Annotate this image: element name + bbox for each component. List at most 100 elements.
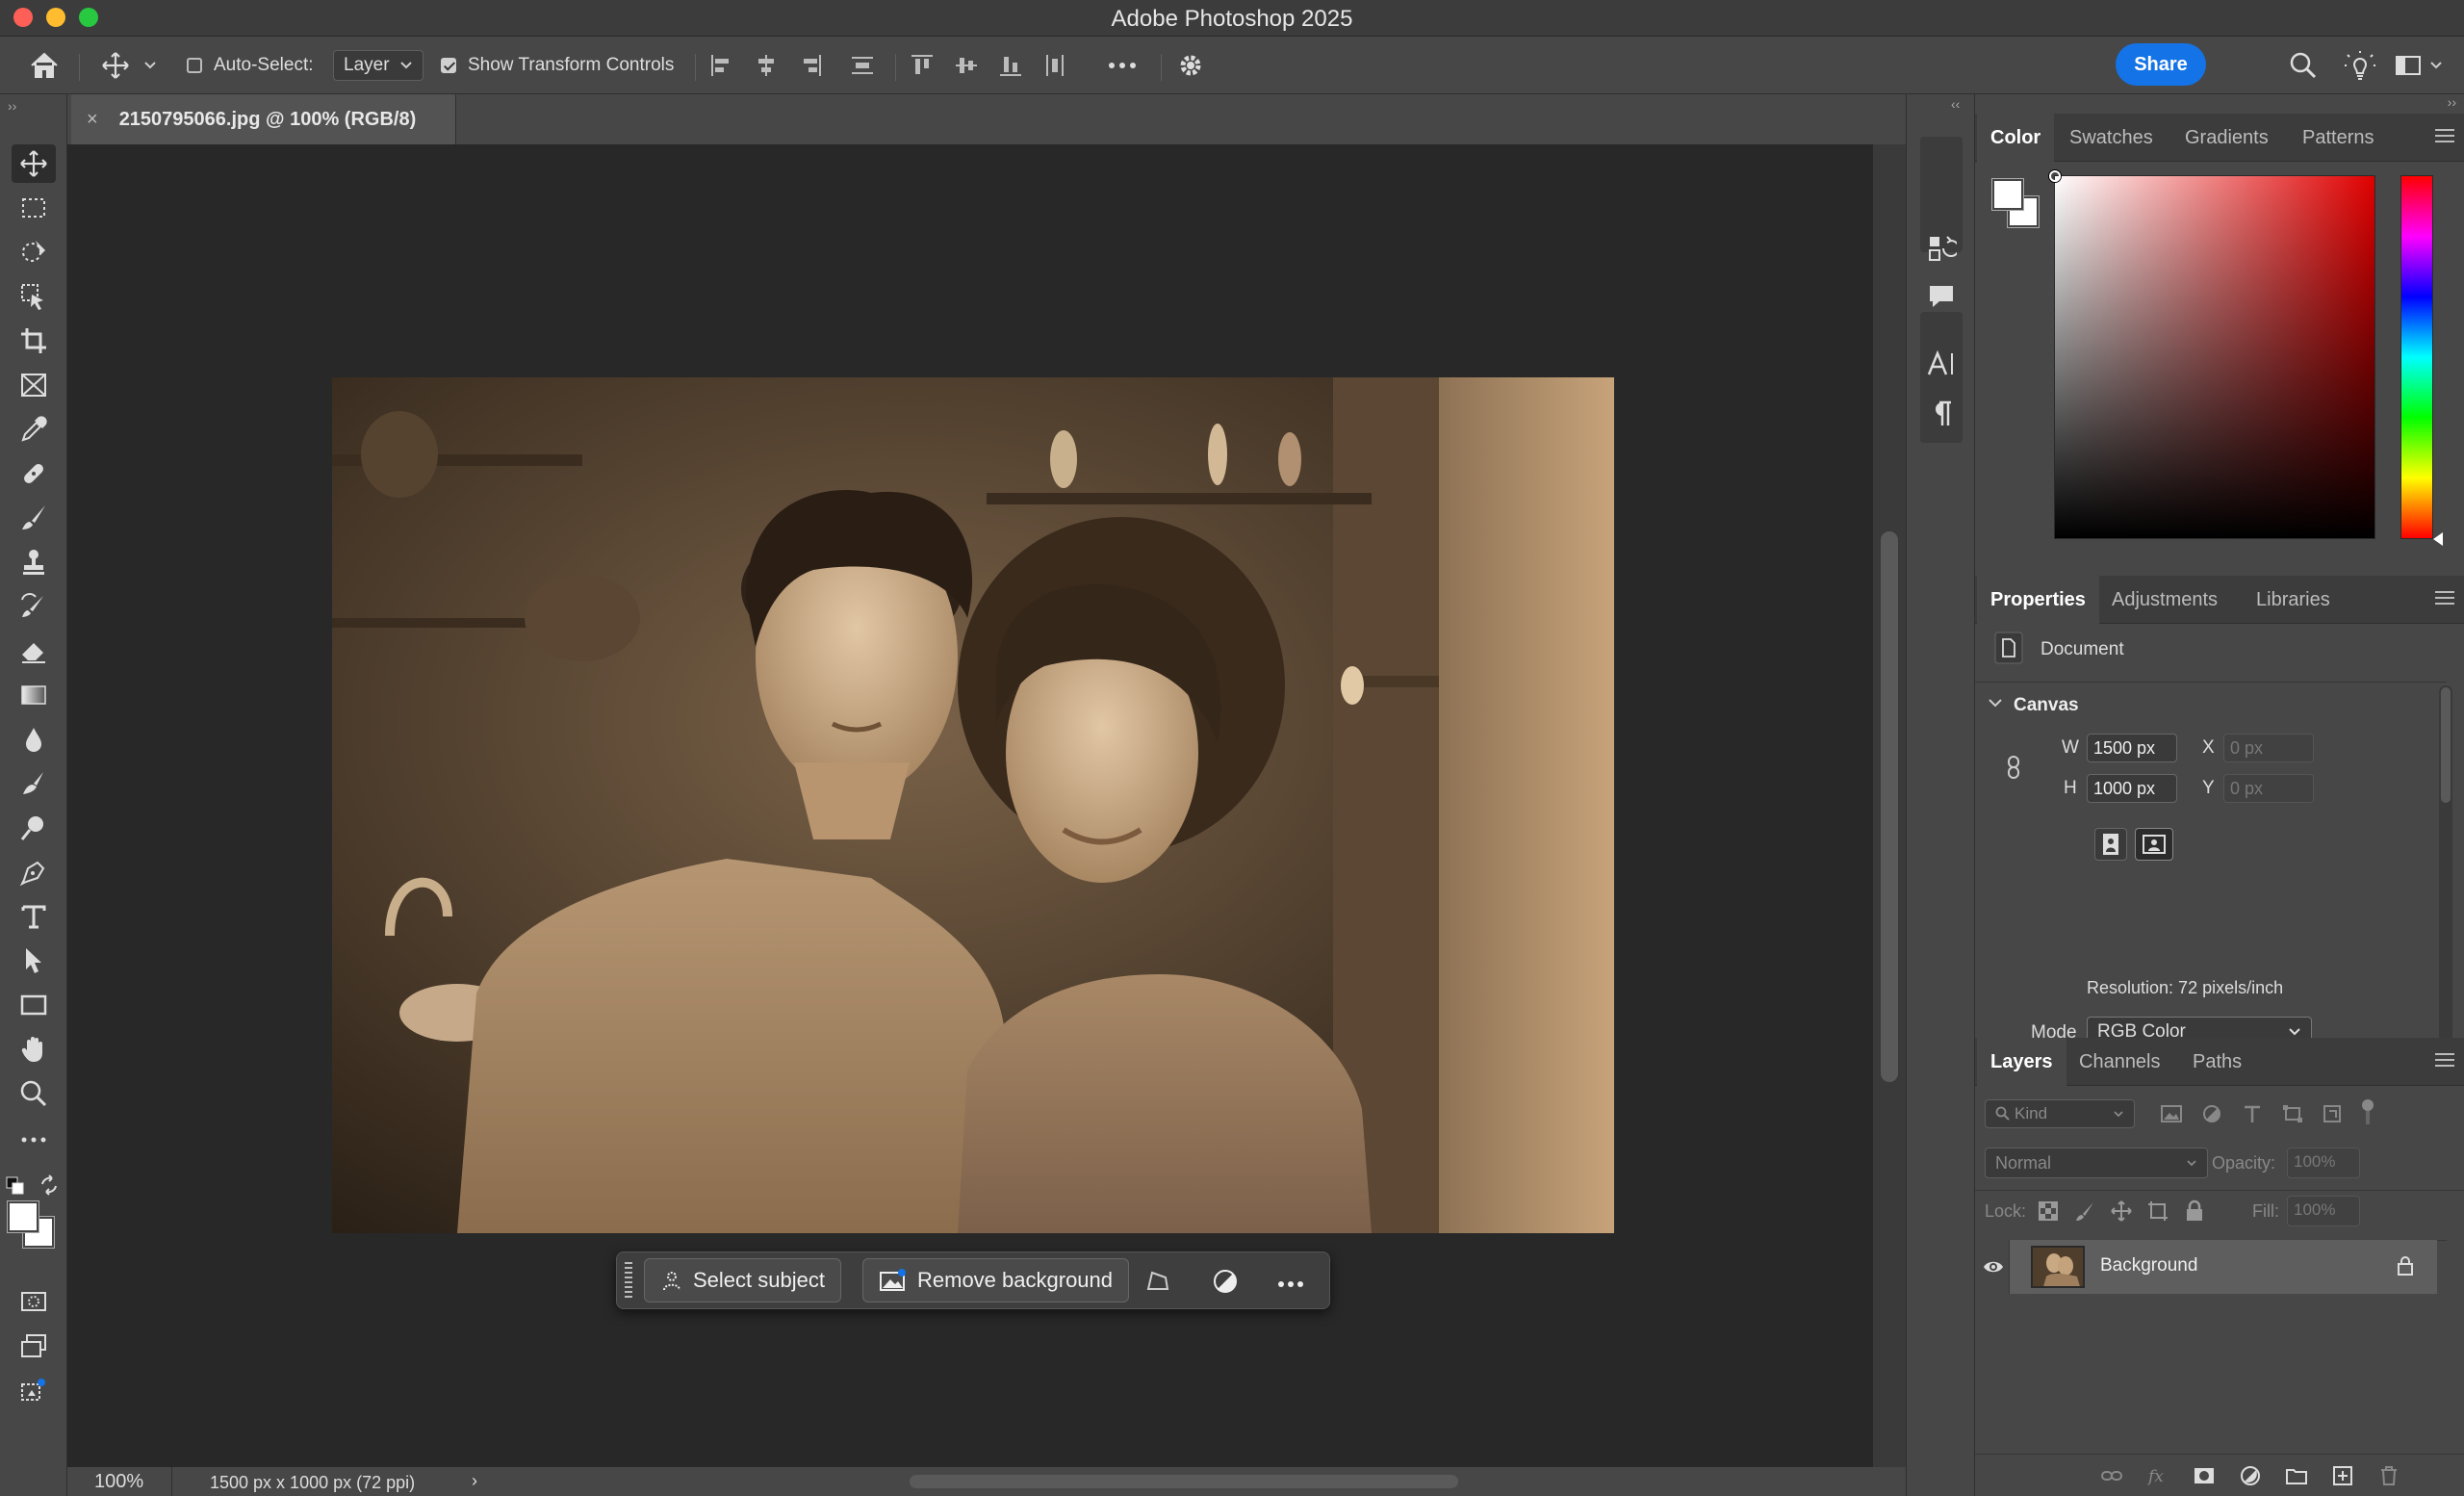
auto-select-checkbox[interactable]	[187, 58, 202, 73]
new-group-icon[interactable]	[2285, 1464, 2308, 1487]
align-center-horizontal-icon[interactable]	[753, 52, 780, 79]
zoom-level[interactable]: 100%	[94, 1471, 143, 1493]
blend-mode-dropdown[interactable]: Normal	[1985, 1148, 2208, 1178]
distribute-vertical-icon[interactable]	[1041, 52, 1068, 79]
link-layers-icon[interactable]	[2100, 1464, 2123, 1487]
hand-tool-icon[interactable]	[12, 1030, 56, 1069]
close-tab-icon[interactable]: ×	[87, 109, 98, 131]
default-colors-icon[interactable]	[6, 1176, 25, 1200]
move-tool-presets[interactable]	[100, 50, 158, 81]
canvas-x-field[interactable]: 0 px	[2223, 734, 2314, 762]
smart-object-filter-icon[interactable]	[2322, 1103, 2345, 1124]
rectangular-marquee-icon[interactable]	[12, 189, 56, 227]
drag-handle[interactable]	[625, 1262, 632, 1299]
more-options-icon[interactable]	[1277, 1277, 1304, 1294]
lock-artboard-icon[interactable]	[2146, 1199, 2169, 1223]
adjustment-icon[interactable]	[1212, 1268, 1239, 1300]
history-icon[interactable]	[1926, 233, 1960, 269]
eraser-icon[interactable]	[12, 632, 56, 670]
document-image[interactable]	[332, 377, 1614, 1233]
blur-tool-icon[interactable]	[12, 720, 56, 759]
screen-mode-icon[interactable]	[12, 1327, 56, 1365]
align-bottom-icon[interactable]	[997, 52, 1024, 79]
add-mask-icon[interactable]	[2193, 1464, 2216, 1487]
tab-libraries[interactable]: Libraries	[2256, 576, 2330, 624]
fx-icon[interactable]: fx	[2146, 1464, 2169, 1487]
tab-patterns[interactable]: Patterns	[2302, 114, 2374, 162]
type-tool-icon[interactable]	[12, 897, 56, 936]
lightbulb-icon[interactable]	[2345, 50, 2375, 81]
generative-fill-icon[interactable]	[12, 1371, 56, 1409]
align-right-icon[interactable]	[797, 52, 824, 79]
auto-select-target-dropdown[interactable]: Layer	[333, 50, 424, 81]
smudge-tool-icon[interactable]	[12, 764, 56, 803]
collapse-toolbar-icon[interactable]: ››	[8, 98, 16, 114]
tab-color[interactable]: Color	[1977, 114, 2055, 162]
show-transform-controls-checkbox[interactable]	[441, 58, 456, 73]
vertical-scroll-thumb[interactable]	[1881, 531, 1898, 1082]
edit-toolbar-icon[interactable]	[12, 1121, 56, 1159]
tab-swatches[interactable]: Swatches	[2069, 114, 2153, 162]
lock-all-icon[interactable]	[2183, 1199, 2206, 1223]
vertical-scrollbar[interactable]	[1873, 144, 1906, 1467]
paragraph-icon[interactable]	[1926, 399, 1957, 434]
align-middle-icon[interactable]	[953, 52, 980, 79]
dodge-tool-icon[interactable]	[12, 809, 56, 847]
frame-tool-icon[interactable]	[12, 366, 56, 404]
lock-icon[interactable]	[2397, 1255, 2414, 1281]
history-brush-icon[interactable]	[12, 587, 56, 626]
pen-tool-icon[interactable]	[12, 853, 56, 891]
landscape-orientation-button[interactable]	[2135, 828, 2173, 861]
foreground-color-swatch[interactable]	[7, 1200, 39, 1233]
quick-mask-icon[interactable]	[12, 1282, 56, 1321]
distribute-horizontal-icon[interactable]	[849, 50, 876, 81]
gear-icon[interactable]	[1176, 50, 1205, 81]
align-top-icon[interactable]	[909, 52, 936, 79]
expand-panels-icon[interactable]: ››	[2448, 94, 2456, 110]
color-panel-swatches[interactable]	[1991, 178, 2040, 229]
portrait-orientation-button[interactable]	[2094, 828, 2127, 861]
tab-channels[interactable]: Channels	[2079, 1038, 2161, 1086]
color-field[interactable]	[2049, 170, 2375, 539]
new-adjustment-layer-icon[interactable]	[2239, 1464, 2262, 1487]
properties-scroll-thumb[interactable]	[2441, 687, 2451, 803]
canvas-height-field[interactable]: 1000 px	[2087, 774, 2177, 803]
lock-image-pixels-icon[interactable]	[2073, 1199, 2096, 1223]
rectangle-tool-icon[interactable]	[12, 986, 56, 1024]
object-selection-icon[interactable]	[12, 233, 56, 271]
new-layer-icon[interactable]	[2331, 1464, 2354, 1487]
horizontal-scroll-thumb[interactable]	[910, 1475, 1458, 1488]
trash-icon[interactable]	[2377, 1464, 2400, 1487]
swap-colors-icon[interactable]	[38, 1174, 60, 1200]
hue-slider-handle[interactable]	[2433, 532, 2443, 546]
move-tool-icon[interactable]	[12, 144, 56, 183]
tab-paths[interactable]: Paths	[2193, 1038, 2242, 1086]
search-icon[interactable]	[2289, 50, 2318, 81]
tab-adjustments[interactable]: Adjustments	[2112, 576, 2218, 624]
panel-menu-icon[interactable]	[2435, 591, 2454, 605]
zoom-tool-icon[interactable]	[12, 1074, 56, 1113]
collapse-panels-icon[interactable]: ‹‹	[1951, 96, 1960, 112]
brush-tool-icon[interactable]	[12, 499, 56, 537]
eye-icon[interactable]	[1983, 1257, 2004, 1281]
panel-menu-icon[interactable]	[2435, 129, 2454, 142]
eyedropper-icon[interactable]	[12, 410, 56, 449]
canvas-collapse-toggle[interactable]	[1987, 697, 2004, 715]
panel-menu-icon[interactable]	[2435, 1053, 2454, 1067]
color-field-cursor[interactable]	[2049, 170, 2061, 182]
pixel-layer-filter-icon[interactable]	[2160, 1103, 2183, 1124]
tab-properties[interactable]: Properties	[1977, 576, 2099, 624]
remove-background-button[interactable]: Remove background	[862, 1258, 1130, 1303]
quick-selection-icon[interactable]	[12, 277, 56, 316]
properties-scrollbar[interactable]	[2439, 685, 2452, 1080]
hue-slider[interactable]	[2400, 175, 2433, 539]
fill-field[interactable]: 100%	[2287, 1196, 2360, 1226]
share-button[interactable]: Share	[2116, 43, 2206, 86]
link-dimensions-icon[interactable]	[2006, 755, 2021, 785]
filter-toggle-icon[interactable]	[2362, 1099, 2374, 1111]
path-selection-icon[interactable]	[12, 941, 56, 980]
color-picker-swatches[interactable]	[7, 1200, 58, 1251]
home-icon[interactable]	[29, 50, 60, 81]
chevron-right-icon[interactable]: ›	[472, 1471, 477, 1491]
character-icon[interactable]	[1926, 348, 1957, 384]
